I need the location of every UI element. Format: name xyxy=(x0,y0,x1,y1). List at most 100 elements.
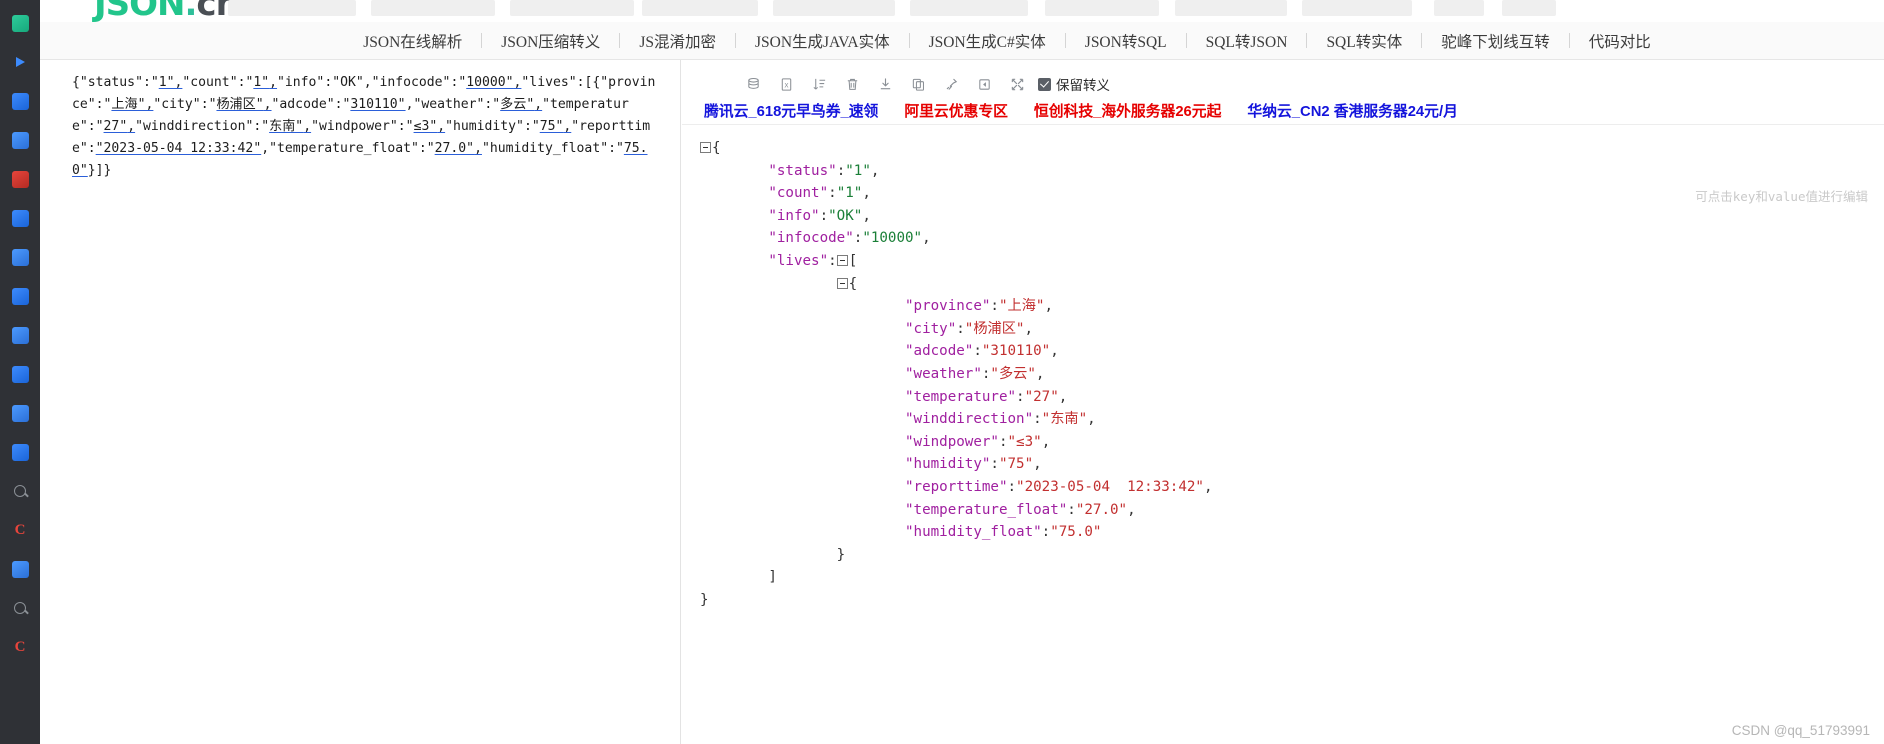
json-tree-line[interactable]: "city":"杨浦区", xyxy=(700,318,1884,341)
json-key[interactable]: "count" xyxy=(768,185,828,201)
json-key[interactable]: "winddirection" xyxy=(905,411,1033,427)
json-value[interactable]: "多云" xyxy=(990,366,1035,382)
ad-link-4[interactable]: 华纳云_CN2 香港服务器24元/月 xyxy=(1247,100,1457,121)
json-tree-line[interactable]: "windpower":"≤3", xyxy=(700,431,1884,454)
database-icon[interactable] xyxy=(737,73,770,95)
json-key[interactable]: "weather" xyxy=(905,366,982,382)
json-key[interactable]: "temperature" xyxy=(905,389,1016,405)
json-value[interactable]: "东南" xyxy=(1042,411,1087,427)
json-value[interactable]: "上海" xyxy=(999,298,1044,314)
json-key[interactable]: "lives" xyxy=(768,253,828,269)
json-tree-line[interactable]: { xyxy=(700,137,1884,160)
json-key[interactable]: "info" xyxy=(768,208,819,224)
rail-icon-csdn-1[interactable]: C xyxy=(7,517,33,543)
collapse-toggle-icon[interactable] xyxy=(700,142,711,153)
json-tree[interactable]: { "status":"1", "count":"1", "info":"OK"… xyxy=(700,137,1884,611)
rail-icon-search-1[interactable] xyxy=(7,478,33,504)
nav-item-7[interactable]: SQL转JSON xyxy=(1187,30,1307,52)
copy-icon[interactable] xyxy=(902,73,935,95)
nav-item-9[interactable]: 驼峰下划线互转 xyxy=(1422,30,1569,52)
site-logo[interactable]: JSON.cn xyxy=(94,0,240,22)
json-tree-line[interactable]: "temperature_float":"27.0", xyxy=(700,499,1884,522)
json-input-text[interactable]: {"status":"1","count":"1","info":"OK","i… xyxy=(72,72,658,182)
json-input-pane[interactable]: {"status":"1","count":"1","info":"OK","i… xyxy=(40,60,681,744)
nav-item-6[interactable]: JSON转SQL xyxy=(1066,30,1186,52)
json-tree-line[interactable]: "infocode":"10000", xyxy=(700,227,1884,250)
json-key[interactable]: "adcode" xyxy=(905,343,973,359)
rail-icon-telegram[interactable] xyxy=(7,49,33,75)
nav-item-8[interactable]: SQL转实体 xyxy=(1307,30,1421,52)
rail-icon-csdn-2[interactable]: C xyxy=(7,634,33,660)
ad-link-1[interactable]: 腾讯云_618元早鸟券_速领 xyxy=(704,100,878,121)
json-key[interactable]: "province" xyxy=(905,298,990,314)
rail-icon-search-2[interactable] xyxy=(7,595,33,621)
trash-icon[interactable] xyxy=(836,73,869,95)
json-tree-container[interactable]: { "status":"1", "count":"1", "info":"OK"… xyxy=(682,124,1884,744)
nav-item-5[interactable]: JSON生成C#实体 xyxy=(910,30,1065,52)
json-tree-line[interactable]: "info":"OK", xyxy=(700,205,1884,228)
json-tree-line[interactable]: "status":"1", xyxy=(700,160,1884,183)
nav-item-4[interactable]: JSON生成JAVA实体 xyxy=(736,30,909,52)
json-key[interactable]: "windpower" xyxy=(905,434,999,450)
json-value[interactable]: "75" xyxy=(999,456,1033,472)
collapse-toggle-icon[interactable] xyxy=(836,277,848,289)
json-key[interactable]: "humidity" xyxy=(905,456,990,472)
keep-escape-checkbox[interactable]: 保留转义 xyxy=(1038,74,1110,94)
json-tree-line[interactable]: "adcode":"310110", xyxy=(700,340,1884,363)
json-value[interactable]: "310110" xyxy=(982,343,1050,359)
download-icon[interactable] xyxy=(869,73,902,95)
json-key[interactable]: "temperature_float" xyxy=(905,502,1067,518)
json-tree-line[interactable]: "winddirection":"东南", xyxy=(700,408,1884,431)
json-value[interactable]: "杨浦区" xyxy=(965,321,1025,337)
json-value[interactable]: "≤3" xyxy=(1008,434,1042,450)
json-value[interactable]: "27.0" xyxy=(1076,502,1127,518)
json-value[interactable]: "10000" xyxy=(862,230,922,246)
json-key[interactable]: "reporttime" xyxy=(905,479,1008,495)
rail-icon-app-red[interactable] xyxy=(7,166,33,192)
json-tree-line[interactable]: "temperature":"27", xyxy=(700,386,1884,409)
json-tree-line[interactable]: "reporttime":"2023-05-04 12:33:42", xyxy=(700,476,1884,499)
rail-icon-app-blue-8[interactable] xyxy=(7,400,33,426)
json-key[interactable]: "humidity_float" xyxy=(905,524,1042,540)
pin-icon[interactable] xyxy=(935,73,968,95)
rail-icon-app-blue-7[interactable] xyxy=(7,361,33,387)
excel-icon[interactable]: X xyxy=(770,73,803,95)
json-value[interactable]: "1" xyxy=(837,185,863,201)
json-tree-line[interactable]: "province":"上海", xyxy=(700,295,1884,318)
rail-icon-app-blue-1[interactable] xyxy=(7,88,33,114)
json-tree-line[interactable]: "humidity":"75", xyxy=(700,453,1884,476)
json-tree-line[interactable]: ] xyxy=(700,566,1884,589)
json-tree-line[interactable]: "weather":"多云", xyxy=(700,363,1884,386)
json-tree-line[interactable]: } xyxy=(700,589,1884,612)
nav-item-2[interactable]: JSON压缩转义 xyxy=(482,30,619,52)
json-value[interactable]: "27" xyxy=(1025,389,1059,405)
checkbox-box[interactable] xyxy=(1038,77,1051,91)
rail-icon-app-blue-5[interactable] xyxy=(7,283,33,309)
json-key[interactable]: "status" xyxy=(768,163,836,179)
nav-item-10[interactable]: 代码对比 xyxy=(1570,30,1670,52)
json-value[interactable]: "2023-05-04 12:33:42" xyxy=(1016,479,1204,495)
json-tree-line[interactable]: "humidity_float":"75.0" xyxy=(700,521,1884,544)
expand-icon[interactable] xyxy=(1001,73,1034,95)
rail-icon-app-blue-3[interactable] xyxy=(7,205,33,231)
json-key[interactable]: "city" xyxy=(905,321,956,337)
rail-icon-app-blue-9[interactable] xyxy=(7,439,33,465)
rail-icon-app-blue-4[interactable] xyxy=(7,244,33,270)
back-icon[interactable] xyxy=(968,73,1001,95)
rail-icon-app-blue-2[interactable] xyxy=(7,127,33,153)
rail-icon-app-blue-10[interactable] xyxy=(7,556,33,582)
ad-link-2[interactable]: 阿里云优惠专区 xyxy=(904,100,1008,121)
json-value[interactable]: "1" xyxy=(845,163,871,179)
json-tree-line[interactable]: } xyxy=(700,544,1884,567)
json-key[interactable]: "infocode" xyxy=(768,230,853,246)
rail-icon-app-blue-6[interactable] xyxy=(7,322,33,348)
nav-item-3[interactable]: JS混淆加密 xyxy=(620,30,735,52)
ad-link-3[interactable]: 恒创科技_海外服务器26元起 xyxy=(1034,100,1221,121)
json-value[interactable]: "75.0" xyxy=(1050,524,1101,540)
json-value[interactable]: "OK" xyxy=(828,208,862,224)
collapse-toggle-icon[interactable] xyxy=(836,254,848,266)
rail-icon-logo[interactable] xyxy=(7,10,33,36)
json-tree-line[interactable]: { xyxy=(700,273,1884,296)
json-tree-line[interactable]: "lives": [ xyxy=(700,250,1884,273)
nav-item-1[interactable]: JSON在线解析 xyxy=(344,30,481,52)
